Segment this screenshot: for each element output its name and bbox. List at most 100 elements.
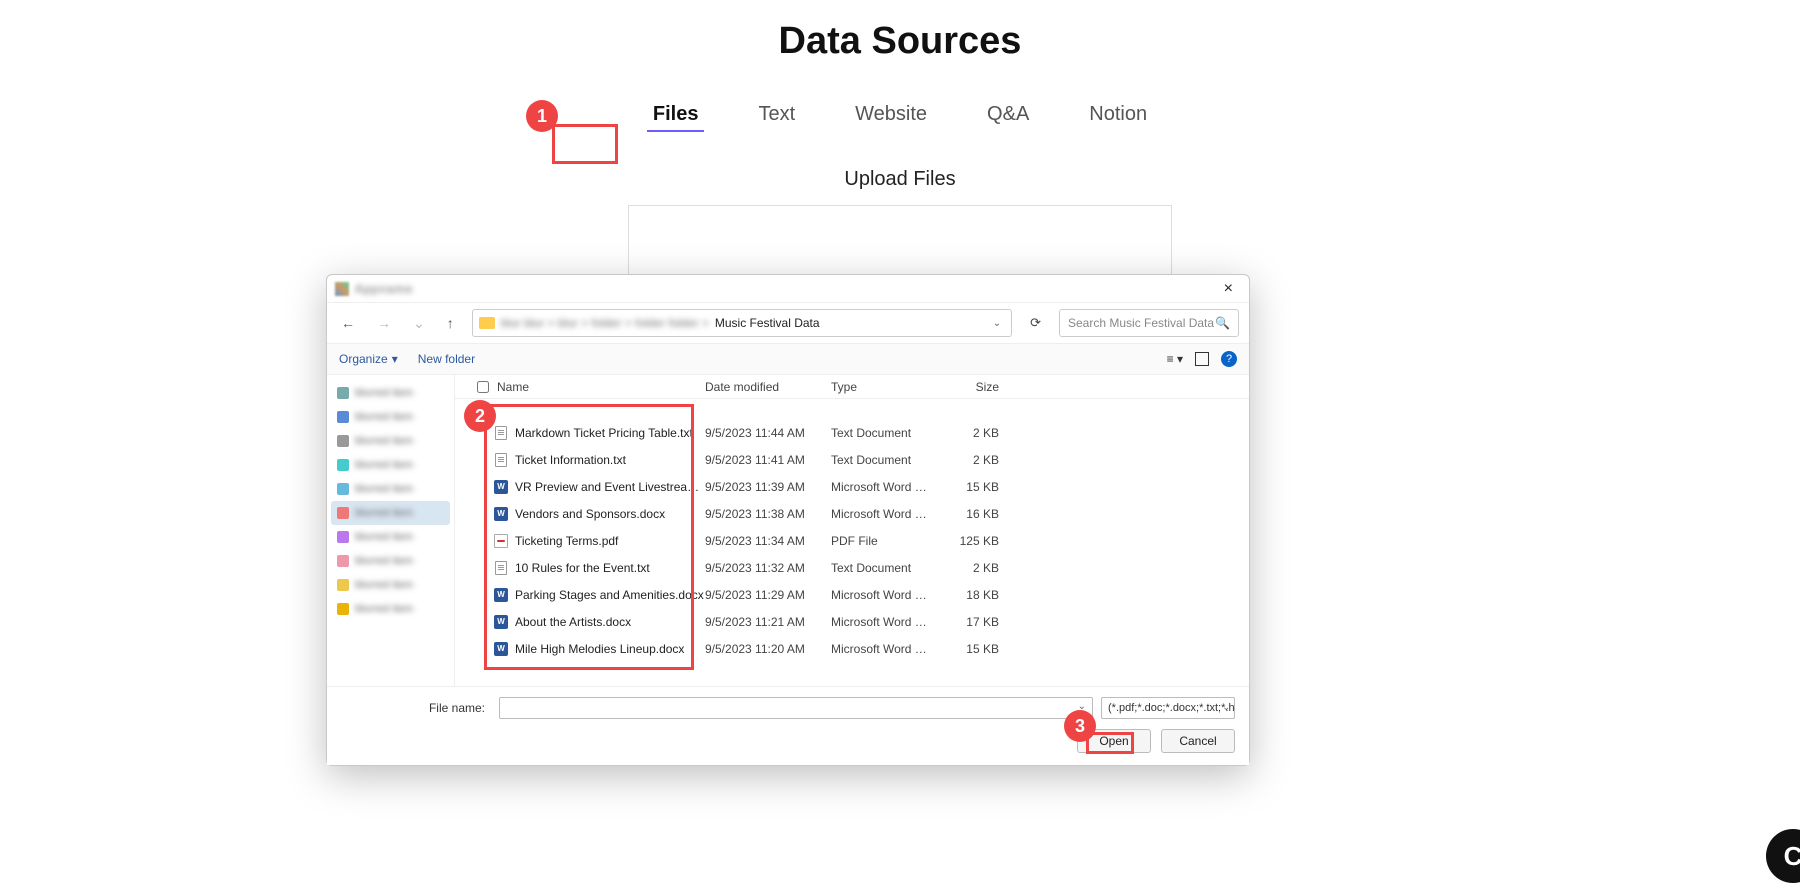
file-date: 9/5/2023 11:41 AM (705, 453, 831, 467)
floating-chat-icon[interactable]: C (1766, 829, 1800, 883)
file-date: 9/5/2023 11:44 AM (705, 426, 831, 440)
address-chevron-icon[interactable]: ⌄ (989, 318, 1005, 329)
sidebar-item-icon (337, 387, 349, 399)
close-icon[interactable]: × (1216, 280, 1241, 298)
dialog-toolbar: Organize▾ New folder ≡ ▾ ? (327, 343, 1249, 375)
nav-forward-icon[interactable]: → (373, 313, 395, 333)
refresh-icon[interactable]: ⟳ (1026, 315, 1045, 331)
file-row[interactable]: WVR Preview and Event Livestream.docx9/5… (455, 473, 1249, 500)
help-icon[interactable]: ? (1221, 351, 1237, 367)
pdf-file-icon (494, 534, 508, 548)
file-row[interactable]: Markdown Ticket Pricing Table.txt9/5/202… (455, 419, 1249, 446)
file-name: Markdown Ticket Pricing Table.txt (515, 426, 705, 440)
sidebar-item-icon (337, 483, 349, 495)
file-open-dialog: Appname × ← → ⌄ ↑ blur blur > blur > fol… (326, 274, 1250, 766)
search-input[interactable]: Search Music Festival Data 🔍 (1059, 309, 1239, 337)
sidebar-item[interactable]: blurred item (331, 525, 450, 549)
filename-label: File name: (341, 701, 491, 715)
sidebar-item-icon (337, 459, 349, 471)
sidebar-item-icon (337, 435, 349, 447)
filename-input[interactable]: ⌄ (499, 697, 1093, 719)
sidebar-item[interactable]: blurred item (331, 501, 450, 525)
file-name: Parking Stages and Amenities.docx (515, 588, 705, 602)
file-type-filter[interactable]: (*.pdf;*.doc;*.docx;*.txt;*.h ⌄ (1101, 697, 1235, 719)
sidebar-item[interactable]: blurred item (331, 549, 450, 573)
sidebar-item[interactable]: blurred item (331, 477, 450, 501)
file-date: 9/5/2023 11:39 AM (705, 480, 831, 494)
select-all-checkbox[interactable] (473, 381, 493, 393)
file-name: Ticketing Terms.pdf (515, 534, 705, 548)
file-list-header: Name Date modified Type Size (455, 375, 1249, 399)
file-date: 9/5/2023 11:29 AM (705, 588, 831, 602)
file-size: 2 KB (933, 453, 999, 467)
file-size: 2 KB (933, 426, 999, 440)
sidebar-item-label-blurred: blurred item (355, 411, 413, 423)
file-size: 2 KB (933, 561, 999, 575)
file-name: 10 Rules for the Event.txt (515, 561, 705, 575)
column-header-date[interactable]: Date modified (705, 380, 831, 394)
organize-button[interactable]: Organize▾ (339, 352, 398, 366)
file-row[interactable]: Ticket Information.txt9/5/2023 11:41 AMT… (455, 446, 1249, 473)
upload-dropzone[interactable] (628, 205, 1172, 285)
word-file-icon: W (494, 588, 508, 602)
sidebar-item-label-blurred: blurred item (355, 531, 413, 543)
preview-pane-icon[interactable] (1195, 352, 1209, 366)
tab-files[interactable]: Files (647, 99, 705, 132)
text-file-icon (495, 561, 507, 575)
new-folder-button[interactable]: New folder (418, 352, 475, 366)
column-header-type[interactable]: Type (831, 380, 933, 394)
dialog-footer: File name: ⌄ (*.pdf;*.doc;*.docx;*.txt;*… (327, 686, 1249, 765)
column-header-size[interactable]: Size (933, 380, 999, 394)
file-row[interactable]: WMile High Melodies Lineup.docx9/5/2023 … (455, 635, 1249, 662)
tab-qa[interactable]: Q&A (981, 99, 1035, 132)
file-type: Text Document (831, 453, 933, 467)
file-size: 15 KB (933, 480, 999, 494)
tab-website[interactable]: Website (849, 99, 933, 132)
filename-combo-chevron-icon[interactable]: ⌄ (1078, 701, 1086, 712)
sidebar-item[interactable]: blurred item (331, 429, 450, 453)
file-type: Microsoft Word D... (831, 480, 933, 494)
sidebar-item-icon (337, 603, 349, 615)
file-row[interactable]: WAbout the Artists.docx9/5/2023 11:21 AM… (455, 608, 1249, 635)
text-file-icon (495, 453, 507, 467)
sidebar-item-label-blurred: blurred item (355, 387, 413, 399)
word-file-icon: W (494, 480, 508, 494)
nav-up-icon[interactable]: ↑ (443, 313, 458, 333)
tabs-bar: Files Text Website Q&A Notion (0, 99, 1800, 132)
file-row[interactable]: Ticketing Terms.pdf9/5/2023 11:34 AMPDF … (455, 527, 1249, 554)
file-type: Microsoft Word D... (831, 642, 933, 656)
file-row[interactable]: W Parking Stages and Amenities.docx9/5/20… (455, 581, 1249, 608)
address-path-blurred: blur blur > blur > folder > folder folde… (501, 316, 709, 330)
sidebar-item-label-blurred: blurred item (355, 555, 413, 567)
tab-text[interactable]: Text (752, 99, 801, 132)
view-list-icon[interactable]: ≡ ▾ (1167, 352, 1183, 366)
file-type: Text Document (831, 561, 933, 575)
chevron-down-icon: ▾ (392, 352, 398, 366)
file-type: Microsoft Word D... (831, 588, 933, 602)
file-type: PDF File (831, 534, 933, 548)
file-name: Vendors and Sponsors.docx (515, 507, 705, 521)
address-bar[interactable]: blur blur > blur > folder > folder folde… (472, 309, 1012, 337)
nav-back-icon[interactable]: ← (337, 313, 359, 333)
tab-notion[interactable]: Notion (1083, 99, 1153, 132)
sidebar-item[interactable]: blurred item (331, 381, 450, 405)
file-size: 125 KB (933, 534, 999, 548)
file-row[interactable]: 10 Rules for the Event.txt9/5/2023 11:32… (455, 554, 1249, 581)
sidebar-item[interactable]: blurred item (331, 573, 450, 597)
sidebar-item[interactable]: blurred item (331, 453, 450, 477)
nav-history-chevron-icon[interactable]: ⌄ (409, 313, 429, 334)
file-date: 9/5/2023 11:32 AM (705, 561, 831, 575)
sidebar-item-label-blurred: blurred item (355, 483, 413, 495)
sidebar-item-label-blurred: blurred item (355, 459, 413, 471)
cancel-button[interactable]: Cancel (1161, 729, 1235, 753)
sidebar-item[interactable]: blurred item (331, 405, 450, 429)
file-row[interactable]: WVendors and Sponsors.docx9/5/2023 11:38… (455, 500, 1249, 527)
sidebar-item-icon (337, 531, 349, 543)
sidebar-item-label-blurred: blurred item (355, 435, 413, 447)
column-header-name[interactable]: Name (493, 380, 705, 394)
search-icon: 🔍 (1215, 316, 1230, 330)
open-button[interactable]: Open (1077, 729, 1151, 753)
sidebar-item-label-blurred: blurred item (355, 579, 413, 591)
sidebar-item[interactable]: blurred item (331, 597, 450, 621)
dialog-titlebar: Appname × (327, 275, 1249, 303)
